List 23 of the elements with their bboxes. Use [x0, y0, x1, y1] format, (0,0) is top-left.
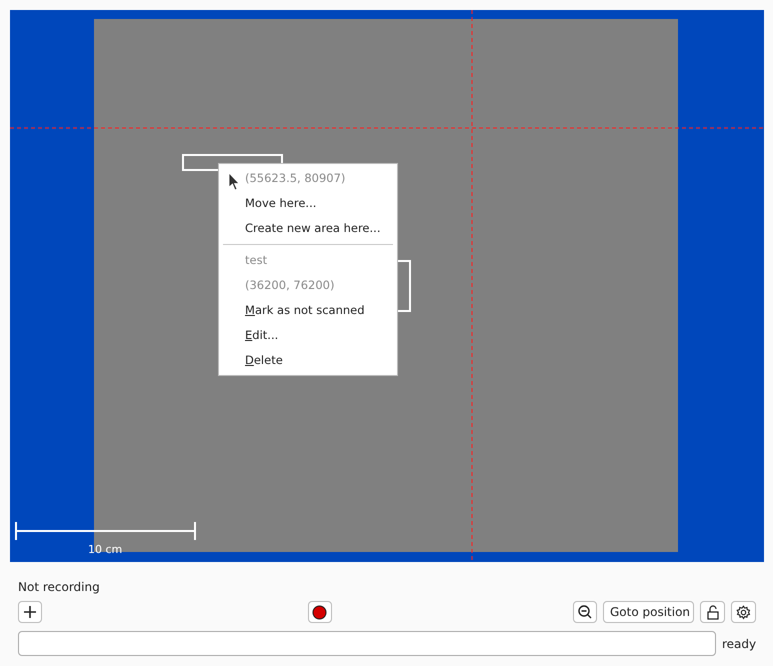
lock-button[interactable] — [700, 601, 725, 623]
record-button[interactable] — [308, 601, 332, 623]
state-label: ready — [722, 636, 756, 652]
lock-icon — [706, 604, 718, 620]
add-button[interactable] — [18, 601, 42, 623]
recording-status: Not recording — [18, 579, 100, 596]
menu-item[interactable]: Mark as not scanned — [245, 298, 365, 323]
menu-item: (55623.5, 80907) — [245, 170, 346, 187]
menu-item: (36200, 76200) — [245, 277, 334, 294]
record-icon — [312, 604, 327, 620]
settings-button[interactable] — [731, 601, 756, 623]
goto-position-dropdown[interactable]: Goto position — [603, 601, 694, 623]
plus-icon — [24, 606, 36, 618]
menu-item[interactable]: Move here... — [245, 191, 316, 216]
input-field[interactable] — [18, 631, 716, 656]
menu-item: test — [245, 252, 268, 269]
zoom-out-icon — [578, 605, 592, 619]
zoom-out-button[interactable] — [573, 601, 597, 623]
menu-item[interactable]: Delete — [245, 348, 283, 373]
menu-item[interactable]: Edit... — [245, 323, 278, 348]
cursor-icon — [228, 172, 241, 191]
settings-icon — [736, 604, 751, 620]
menu-item[interactable]: Create new area here... — [245, 216, 380, 241]
